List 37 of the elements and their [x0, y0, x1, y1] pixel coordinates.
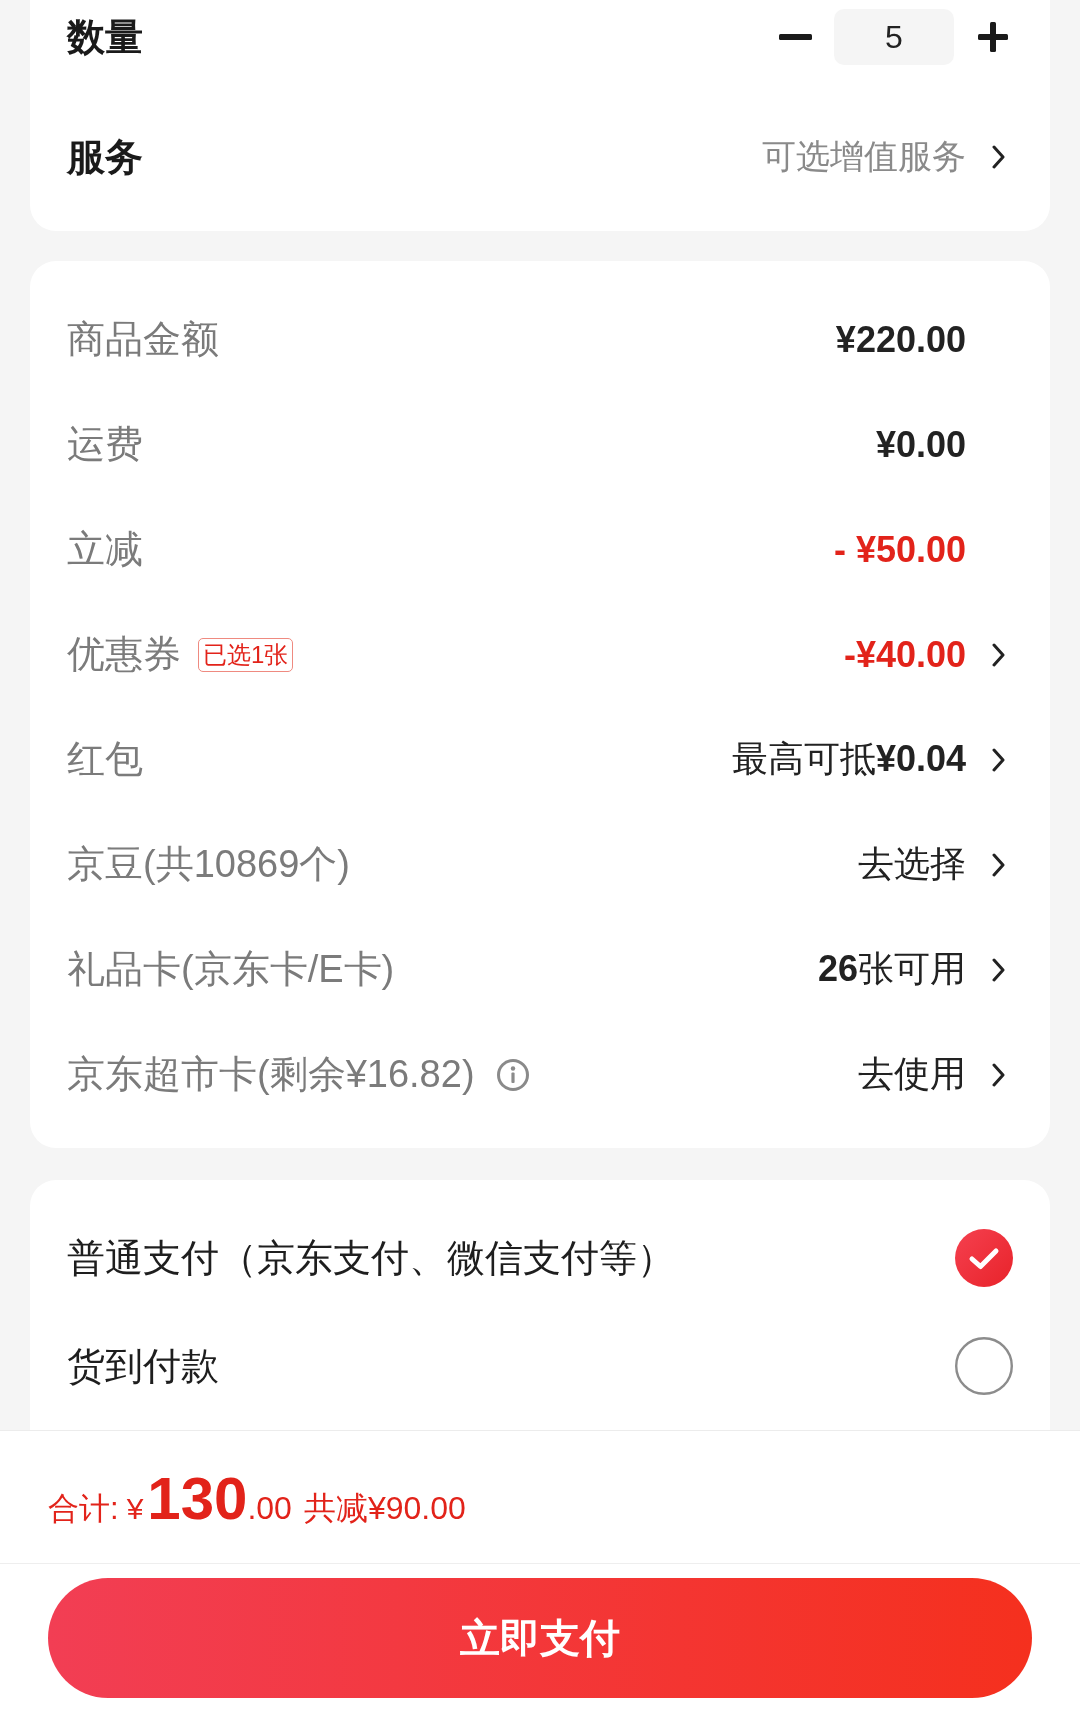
radio-icon[interactable] — [955, 1337, 1013, 1395]
chevron-right-icon[interactable] — [992, 642, 1005, 667]
row-value: 最高可抵¥0.04 — [731, 737, 966, 781]
pay-button[interactable]: 立即支付 — [48, 1578, 1032, 1698]
row-value: - ¥50.00 — [833, 528, 966, 571]
row-label: 运费 — [67, 422, 143, 467]
row-value: ¥0.00 — [875, 423, 966, 466]
row-value: ¥220.00 — [835, 318, 966, 361]
info-icon[interactable] — [496, 1058, 529, 1091]
row-value: 26张可用 — [817, 947, 966, 991]
payment-option-label: 货到付款 — [67, 1343, 220, 1389]
row-label: 京东超市卡(剩余¥16.82) — [67, 1052, 475, 1097]
radio-checked-icon[interactable] — [955, 1229, 1013, 1287]
row-value: -¥40.00 — [843, 633, 966, 676]
row-label: 商品金额 — [67, 317, 219, 362]
service-value[interactable]: 可选增值服务 — [762, 134, 966, 180]
plus-icon[interactable] — [978, 22, 1008, 52]
chevron-right-icon[interactable] — [992, 1062, 1005, 1087]
coupon-tag: 已选1张 — [198, 637, 294, 672]
row-label: 红包 — [67, 737, 143, 782]
savings-text: 共减¥90.00 — [303, 1489, 466, 1528]
row-label: 立减 — [67, 527, 143, 572]
row-label: 礼品卡(京东卡/E卡) — [67, 947, 395, 992]
quantity-label: 数量 — [67, 14, 144, 60]
row-label: 京豆(共10869个) — [67, 842, 350, 887]
total-label: 合计: — [48, 1490, 119, 1528]
row-value: 去选择 — [858, 842, 966, 886]
row-label: 优惠券 — [67, 632, 181, 677]
total-price: ¥130.00 — [126, 1469, 292, 1529]
chevron-right-icon[interactable] — [992, 957, 1005, 982]
row-value: 去使用 — [858, 1052, 966, 1096]
payment-option-label: 普通支付（京东支付、微信支付等） — [67, 1235, 676, 1281]
chevron-right-icon[interactable] — [992, 145, 1005, 169]
quantity-field[interactable]: 5 — [834, 9, 954, 65]
service-label: 服务 — [67, 134, 144, 180]
chevron-right-icon[interactable] — [992, 747, 1005, 772]
chevron-right-icon[interactable] — [992, 852, 1005, 877]
